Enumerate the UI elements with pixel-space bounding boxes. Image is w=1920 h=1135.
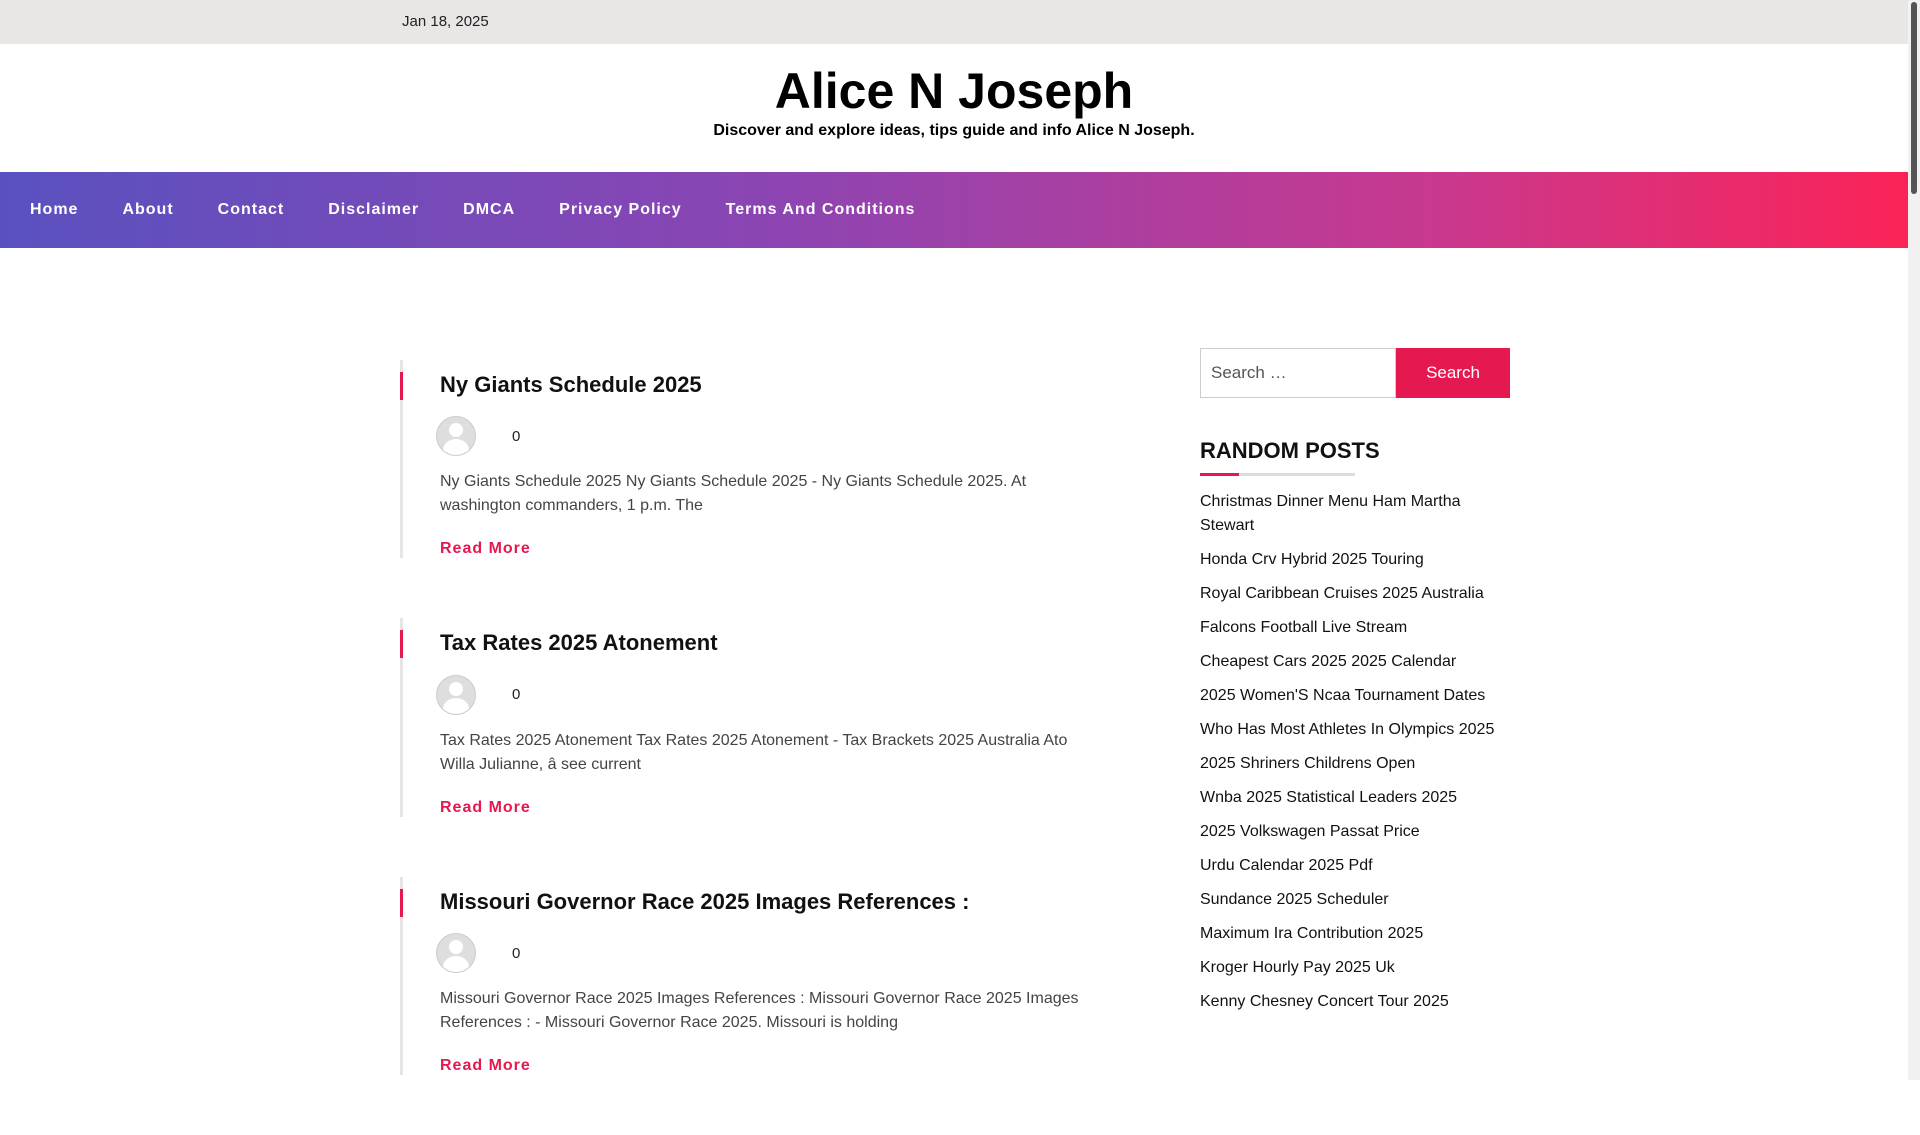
list-item: Who Has Most Athletes In Olympics 2025 [1200, 718, 1510, 742]
list-item: Falcons Football Live Stream [1200, 616, 1510, 640]
post-excerpt: Missouri Governor Race 2025 Images Refer… [440, 990, 1079, 1032]
post-card: Ny Giants Schedule 2025 0 Ny Giants Sche… [400, 360, 1090, 559]
list-item: Kenny Chesney Concert Tour 2025 [1200, 990, 1510, 1014]
random-post-link[interactable]: Kenny Chesney Concert Tour 2025 [1200, 993, 1449, 1010]
title-accent-bar [400, 888, 403, 917]
nav-dmca[interactable]: DMCA [463, 201, 515, 219]
random-post-link[interactable]: Urdu Calendar 2025 Pdf [1200, 857, 1373, 874]
post-excerpt: Tax Rates 2025 Atonement Tax Rates 2025 … [440, 731, 1068, 773]
main-navigation: Home About Contact Disclaimer DMCA Priva… [0, 172, 1908, 248]
list-item: 2025 Shriners Childrens Open [1200, 752, 1510, 776]
post-card: Missouri Governor Race 2025 Images Refer… [400, 876, 1090, 1076]
random-post-link[interactable]: Honda Crv Hybrid 2025 Touring [1200, 551, 1424, 568]
list-item: Kroger Hourly Pay 2025 Uk [1200, 956, 1510, 980]
random-post-link[interactable]: Who Has Most Athletes In Olympics 2025 [1200, 721, 1494, 738]
scrollbar-thumb[interactable] [1911, 2, 1917, 194]
post-meta: 0 [436, 416, 1090, 457]
nav-disclaimer[interactable]: Disclaimer [328, 201, 419, 219]
top-bar: Jan 18, 2025 [0, 0, 1908, 44]
current-date: Jan 18, 2025 [402, 13, 489, 30]
post-title[interactable]: Missouri Governor Race 2025 Images Refer… [440, 877, 1090, 915]
list-item: Honda Crv Hybrid 2025 Touring [1200, 548, 1510, 572]
post-list: Ny Giants Schedule 2025 0 Ny Giants Sche… [400, 360, 1090, 1135]
random-post-link[interactable]: 2025 Women'S Ncaa Tournament Dates [1200, 687, 1485, 704]
nav-terms-and-conditions[interactable]: Terms And Conditions [726, 201, 916, 219]
list-item: Christmas Dinner Menu Ham Martha Stewart [1200, 490, 1510, 538]
random-post-link[interactable]: 2025 Shriners Childrens Open [1200, 755, 1415, 772]
site-tagline: Discover and explore ideas, tips guide a… [713, 122, 1195, 139]
author-avatar-icon[interactable] [436, 933, 476, 974]
post-meta: 0 [436, 674, 1090, 715]
read-more-link[interactable]: Read More [440, 799, 1090, 817]
list-item: Wnba 2025 Statistical Leaders 2025 [1200, 786, 1510, 810]
list-item: Royal Caribbean Cruises 2025 Australia [1200, 582, 1510, 606]
search-button[interactable]: Search [1396, 348, 1510, 398]
post-excerpt: Ny Giants Schedule 2025 Ny Giants Schedu… [440, 473, 1027, 515]
comment-count: 0 [512, 686, 521, 704]
title-accent-bar [400, 630, 403, 659]
comment-count: 0 [512, 944, 521, 962]
author-avatar-icon[interactable] [436, 416, 476, 457]
title-accent-bar [400, 372, 403, 400]
nav-contact[interactable]: Contact [218, 201, 285, 219]
random-post-link[interactable]: Wnba 2025 Statistical Leaders 2025 [1200, 789, 1457, 806]
list-item: Sundance 2025 Scheduler [1200, 888, 1510, 912]
site-header: Alice N Joseph Discover and explore idea… [0, 44, 1908, 172]
random-post-link[interactable]: Sundance 2025 Scheduler [1200, 891, 1389, 908]
nav-privacy-policy[interactable]: Privacy Policy [559, 201, 682, 219]
post-title[interactable]: Tax Rates 2025 Atonement [440, 618, 1090, 656]
nav-about[interactable]: About [122, 201, 173, 219]
list-item: Urdu Calendar 2025 Pdf [1200, 854, 1510, 878]
list-item: 2025 Volkswagen Passat Price [1200, 820, 1510, 844]
random-post-link[interactable]: Maximum Ira Contribution 2025 [1200, 925, 1423, 942]
search-input[interactable] [1200, 348, 1396, 398]
list-item: Cheapest Cars 2025 2025 Calendar [1200, 650, 1510, 674]
random-post-link[interactable]: Christmas Dinner Menu Ham Martha Stewart [1200, 493, 1461, 534]
comment-count: 0 [512, 427, 521, 445]
random-post-link[interactable]: Falcons Football Live Stream [1200, 619, 1407, 636]
post-card: Tax Rates 2025 Atonement 0 Tax Rates 202… [400, 618, 1090, 817]
random-posts-heading: RANDOM POSTS [1200, 438, 1510, 476]
random-posts-title: RANDOM POSTS [1200, 438, 1380, 463]
list-item: Maximum Ira Contribution 2025 [1200, 922, 1510, 946]
read-more-link[interactable]: Read More [440, 1057, 1090, 1075]
author-avatar-icon[interactable] [436, 674, 476, 715]
nav-home[interactable]: Home [30, 201, 78, 219]
search-form: Search [1200, 348, 1510, 398]
post-title[interactable]: Ny Giants Schedule 2025 [440, 360, 1090, 398]
random-posts-list: Christmas Dinner Menu Ham Martha Stewart… [1200, 490, 1510, 1014]
sidebar: Search RANDOM POSTS Christmas Dinner Men… [1200, 348, 1510, 1024]
site-title[interactable]: Alice N Joseph [0, 64, 1908, 119]
post-meta: 0 [436, 933, 1090, 974]
random-post-link[interactable]: Kroger Hourly Pay 2025 Uk [1200, 959, 1395, 976]
random-post-link[interactable]: Cheapest Cars 2025 2025 Calendar [1200, 653, 1456, 670]
page-scrollbar[interactable] [1908, 0, 1920, 1080]
read-more-link[interactable]: Read More [440, 540, 1090, 558]
random-post-link[interactable]: Royal Caribbean Cruises 2025 Australia [1200, 585, 1484, 602]
heading-underline [1200, 473, 1355, 476]
random-post-link[interactable]: 2025 Volkswagen Passat Price [1200, 823, 1420, 840]
list-item: 2025 Women'S Ncaa Tournament Dates [1200, 684, 1510, 708]
